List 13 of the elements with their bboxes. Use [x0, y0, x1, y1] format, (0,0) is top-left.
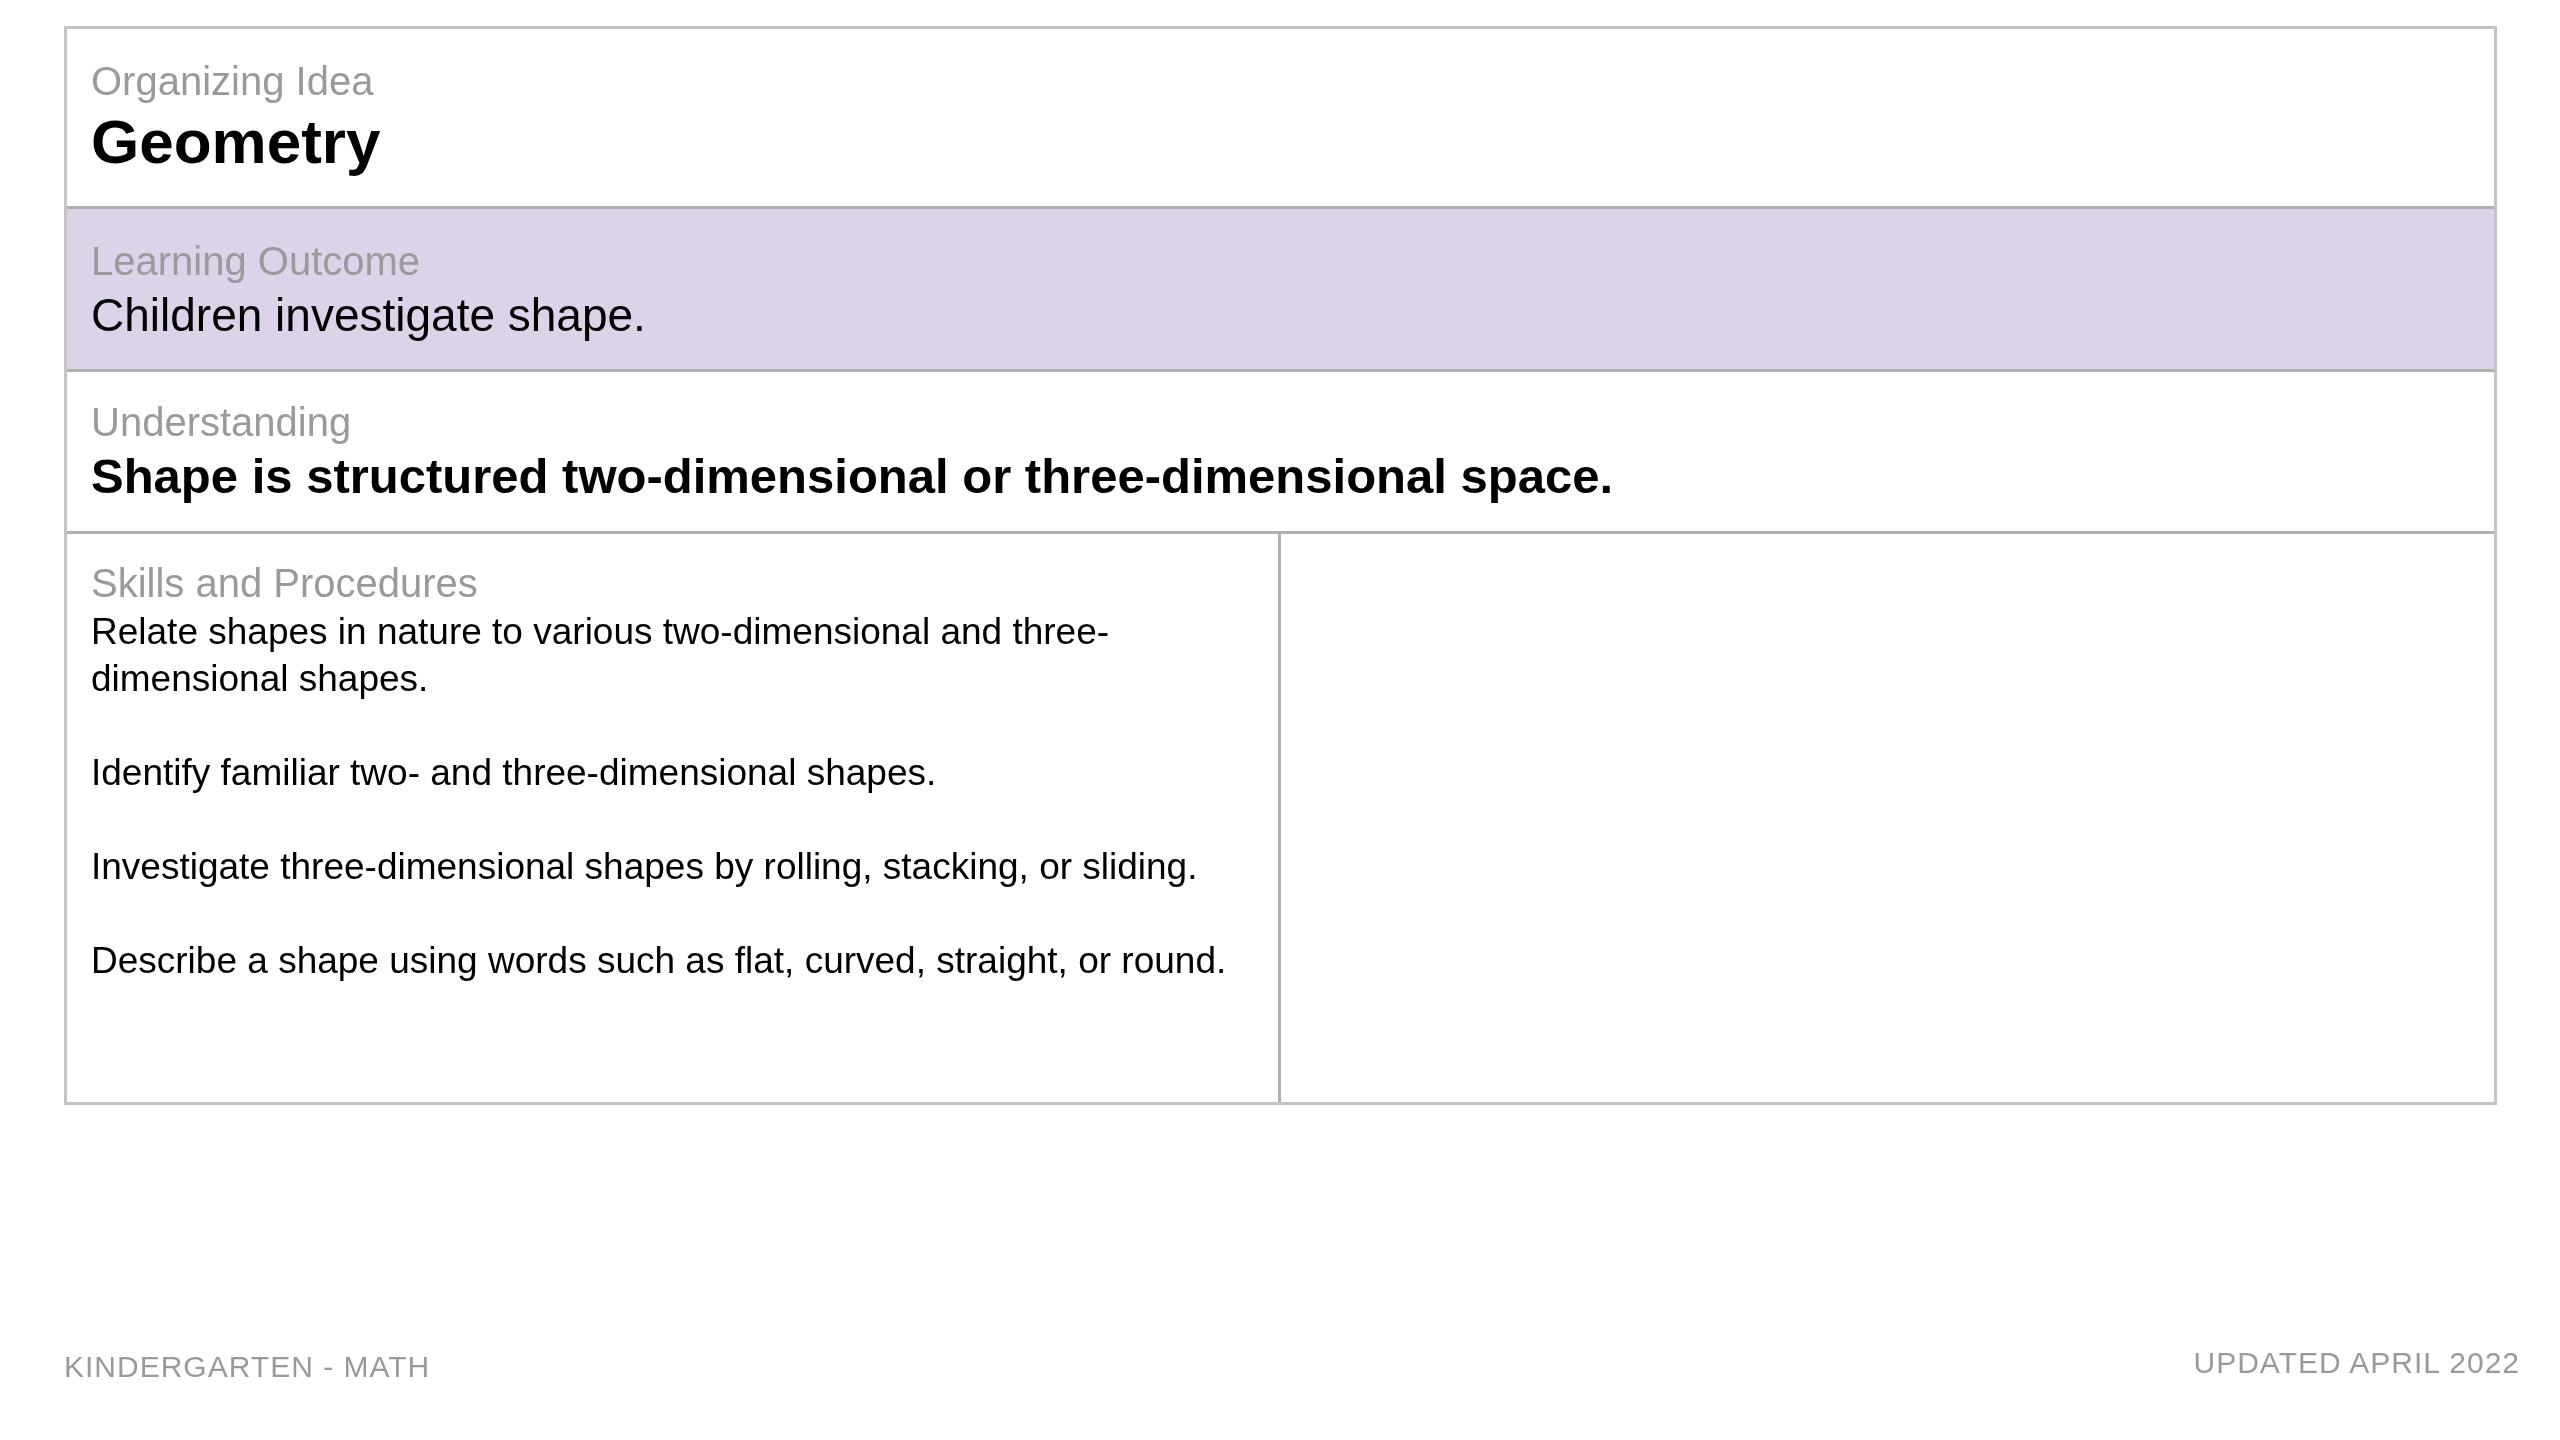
section-label: Understanding	[91, 399, 353, 446]
skill-text: Relate shapes in nature to various two-dimensional and three-dimensional shapes.	[91, 610, 1111, 701]
footer-text: UPDATED APRIL 2022	[2193, 1345, 2520, 1381]
section-label: Skills and Procedures	[91, 560, 479, 607]
section-title: Geometry	[91, 106, 382, 178]
section-label: Organizing Idea	[91, 58, 375, 105]
skill-text: Describe a shape using words such as flat, curved, straight, or round.	[91, 939, 1228, 983]
section-label: Learning Outcome	[91, 238, 421, 285]
footer-text: KINDERGARTEN - MATH	[64, 1349, 431, 1385]
section-text: Shape is structured two-dimensional or three-dimensional space.	[91, 448, 1615, 505]
section-text: Children investigate shape.	[91, 288, 646, 343]
skill-text: Investigate three-dimensional shapes by rolling, stacking, or sliding.	[91, 845, 1199, 889]
skill-text: Identify familiar two- and three-dimensional shapes.	[91, 751, 938, 795]
